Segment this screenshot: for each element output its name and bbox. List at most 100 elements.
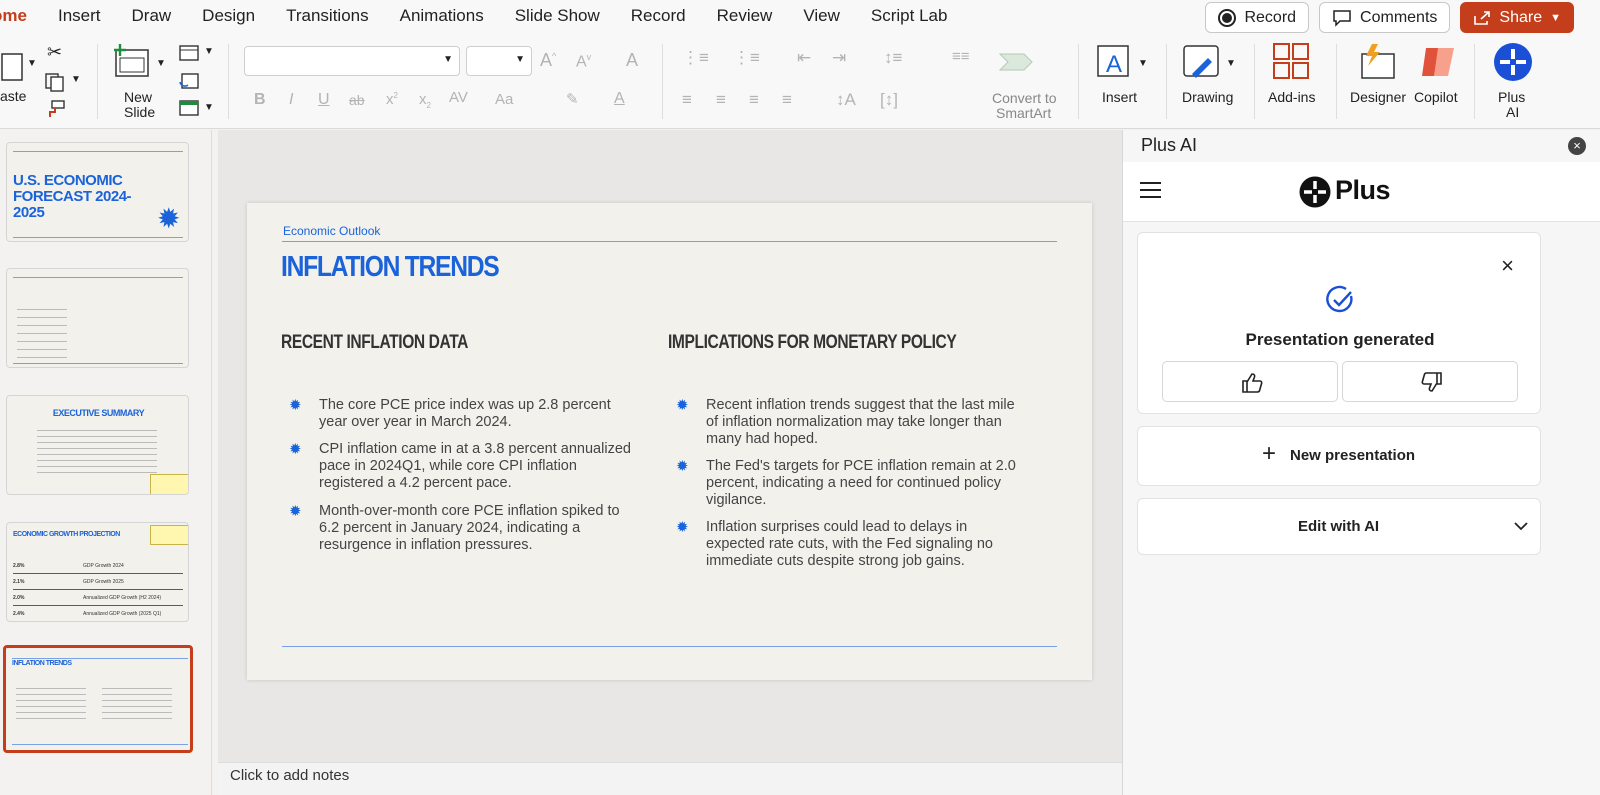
hamburger-menu-icon[interactable] [1140,182,1161,198]
smartart-icon[interactable] [998,48,1038,78]
drawing-chevron-icon[interactable]: ▼ [1226,58,1236,69]
align-text-icon[interactable]: [↕] [880,90,898,110]
share-button[interactable]: Share ▼ [1460,2,1574,33]
increase-indent-icon[interactable]: ⇥ [832,48,846,68]
bold-icon[interactable]: B [254,91,266,109]
menu-view[interactable]: View [803,6,840,26]
menu-insert[interactable]: Insert [58,6,101,26]
notes-placeholder[interactable]: Click to add notes [230,767,349,784]
plus-icon: + [1262,440,1277,467]
text-direction-icon[interactable]: ↕A [836,90,856,110]
thumb-title: INFLATION TRENDS [12,660,72,667]
superscript-icon[interactable]: x2 [386,91,398,108]
menu-home[interactable]: ome [0,6,27,26]
copy-chevron-icon[interactable]: ▼ [71,74,81,85]
bullet-star-icon: ✹ [676,458,689,475]
section-icon[interactable] [178,99,200,117]
thumb-title: U.S. ECONOMIC FORECAST 2024-2025 [13,172,132,221]
paste-icon[interactable] [0,48,28,84]
slide-thumbnail-3[interactable]: EXECUTIVE SUMMARY [6,395,189,495]
increase-font-icon[interactable]: A^ [540,50,556,71]
sticky-note [150,525,188,545]
format-painter-icon[interactable] [46,100,66,118]
bullet-item[interactable]: ✹ CPI inflation came in at a 3.8 percent … [289,441,634,492]
align-left-icon[interactable]: ≡ [682,90,692,110]
menu-slide-show[interactable]: Slide Show [515,6,600,26]
plus-ai-panel: Plus AI × Plus × Presentation generated … [1122,130,1600,795]
menu-animations[interactable]: Animations [400,6,484,26]
slide[interactable]: Economic Outlook INFLATION TRENDS RECENT… [247,203,1092,680]
insert-chevron-icon[interactable]: ▼ [1138,58,1148,69]
char-spacing-icon[interactable]: AV [449,89,468,106]
bullet-star-icon: ✹ [676,519,689,536]
slide-thumbnail-4[interactable]: ECONOMIC GROWTH PROJECTION 2.8% GDP Growt… [6,522,189,622]
layout-icon[interactable] [178,44,200,62]
comments-button[interactable]: Comments [1319,2,1451,33]
menu-transitions[interactable]: Transitions [286,6,369,26]
menu-design[interactable]: Design [202,6,255,26]
slide-title[interactable]: INFLATION TRENDS [281,251,500,284]
columns-icon[interactable]: ≡≡ [952,48,970,65]
bullet-item[interactable]: ✹ Inflation surprises could lead to delay… [676,519,1021,570]
panel-close-button[interactable]: × [1568,137,1586,155]
justify-icon[interactable]: ≡ [782,90,792,110]
thumbs-down-icon [1421,372,1442,392]
underline-icon[interactable]: U [318,91,330,109]
bullet-item[interactable]: ✹ The core PCE price index was up 2.8 per… [289,397,629,431]
addins-icon[interactable] [1272,42,1310,80]
italic-icon[interactable]: I [289,91,293,109]
summary-text-lines [37,430,157,473]
slide-kicker[interactable]: Economic Outlook [283,224,380,238]
menu-record[interactable]: Record [631,6,686,26]
numbering-icon[interactable]: ⋮≡ [733,48,760,68]
bullets-icon[interactable]: ⋮≡ [682,48,709,68]
record-button[interactable]: Record [1205,2,1310,33]
notes-pane[interactable]: Click to add notes [218,762,1122,795]
thumbs-up-button[interactable] [1162,361,1338,402]
decrease-indent-icon[interactable]: ⇤ [797,48,811,68]
slide-thumbnail-1[interactable]: U.S. ECONOMIC FORECAST 2024-2025 ✹ [6,142,189,242]
align-center-icon[interactable]: ≡ [716,90,726,110]
copy-icon[interactable] [44,72,66,92]
bullet-item[interactable]: ✹ Month-over-month core PCE inflation spi… [289,503,634,554]
subscript-icon[interactable]: x2 [419,91,431,110]
slide-thumbnail-5[interactable]: INFLATION TRENDS [3,645,193,753]
left-column-heading[interactable]: RECENT INFLATION DATA [281,332,468,354]
menu-draw[interactable]: Draw [132,6,172,26]
insert-textbox-icon[interactable]: A [1096,44,1132,80]
thumbs-down-button[interactable] [1342,361,1518,402]
clear-format-icon[interactable]: A [626,50,638,71]
decrease-font-icon[interactable]: Av [576,52,591,71]
comment-icon [1333,9,1351,27]
bullet-item[interactable]: ✹ Recent inflation trends suggest that th… [676,397,1021,448]
designer-icon[interactable] [1358,42,1398,82]
thumbs-up-icon [1242,373,1263,393]
copilot-icon[interactable] [1418,42,1458,82]
strikethrough-icon[interactable]: ab [349,92,365,108]
menu-review[interactable]: Review [717,6,773,26]
line-spacing-icon[interactable]: ↕≡ [884,48,902,68]
font-color-icon[interactable]: A [614,90,625,108]
bullet-item[interactable]: ✹ The Fed's targets for PCE inflation rem… [676,458,1021,509]
menu-script-lab[interactable]: Script Lab [871,6,948,26]
right-column-heading[interactable]: IMPLICATIONS FOR MONETARY POLICY [668,332,957,354]
section-chevron-icon[interactable]: ▼ [204,102,214,113]
edit-with-ai-dropdown[interactable]: Edit with AI [1137,498,1541,555]
plus-ai-icon[interactable] [1493,42,1533,82]
font-size-field[interactable]: ▼ [466,46,532,76]
drawing-icon[interactable] [1182,44,1222,80]
layout-chevron-icon[interactable]: ▼ [204,46,214,57]
reset-icon[interactable] [178,72,200,90]
paste-chevron-icon[interactable]: ▼ [27,58,37,69]
slide-thumbnail-2[interactable] [6,268,189,368]
new-presentation-button[interactable]: + New presentation [1137,426,1541,486]
close-card-icon[interactable]: × [1501,255,1514,277]
change-case-icon[interactable]: Aa [495,91,513,108]
new-slide-chevron-icon[interactable]: ▼ [156,58,166,69]
font-name-field[interactable]: ▼ [244,46,460,76]
align-right-icon[interactable]: ≡ [749,90,759,110]
bottom-rule [282,646,1057,647]
cut-icon[interactable]: ✂ [47,42,62,63]
highlight-icon[interactable]: ✎ [566,90,579,108]
new-slide-icon[interactable] [112,44,152,80]
